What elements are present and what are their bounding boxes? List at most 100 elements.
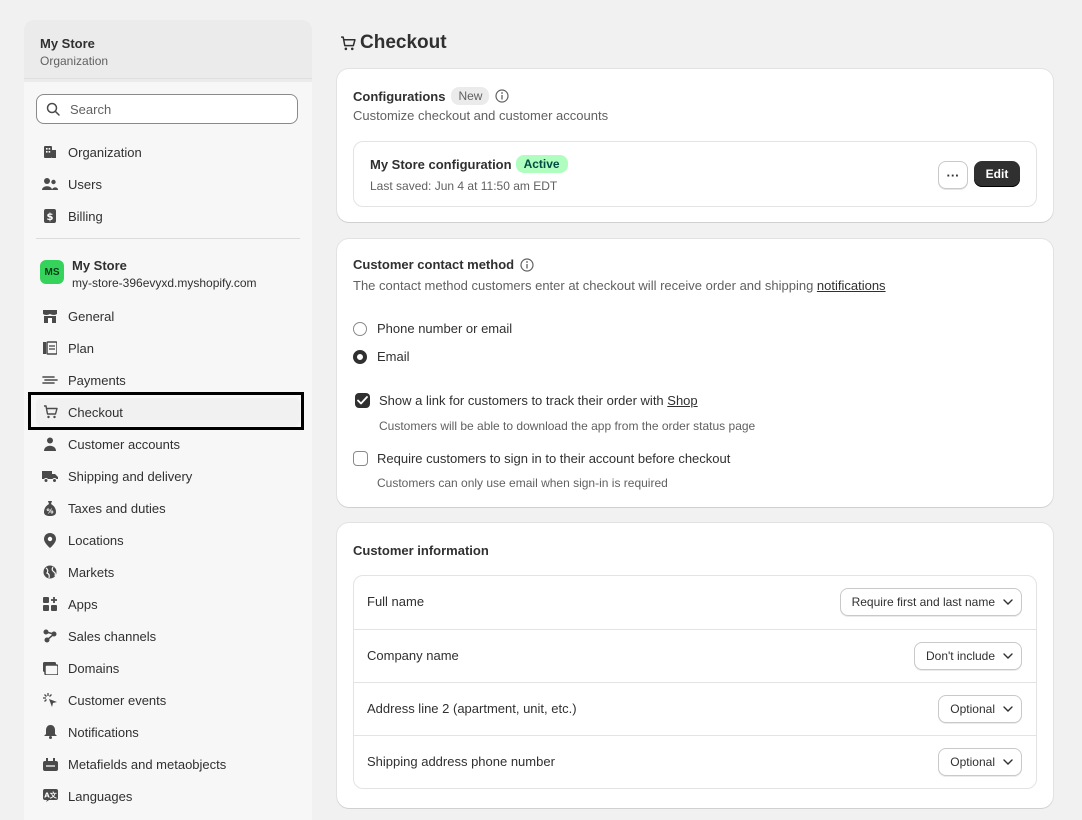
select-value: Optional [950, 755, 995, 769]
address-line-2-select[interactable]: Optional [938, 695, 1022, 723]
sidebar-item-label: Metafields and metaobjects [68, 756, 227, 772]
shop-link-checkbox-row[interactable]: Show a link for customers to track their… [355, 393, 698, 408]
sidebar-item-label: Apps [68, 596, 98, 612]
new-badge: New [451, 87, 490, 105]
sidebar-item-label: Domains [68, 660, 120, 676]
sidebar-item-label: Shipping and delivery [68, 468, 193, 484]
shipping-phone-select[interactable]: Optional [938, 748, 1022, 776]
radio-option-phone-or-email[interactable]: Phone number or email [353, 321, 512, 336]
sidebar-item-general[interactable]: General [36, 302, 300, 330]
radio-label: Email [377, 349, 410, 364]
sidebar-item-locations[interactable]: Locations [36, 526, 300, 554]
contact-title: Customer contact method [353, 257, 515, 272]
apps-icon [42, 596, 58, 612]
sidebar-item-domains[interactable]: Domains [36, 654, 300, 682]
config-name: My Store configuration [370, 156, 512, 172]
sidebar-item-billing[interactable]: $ Billing [36, 202, 300, 230]
radio-option-email[interactable]: Email [353, 349, 410, 364]
contact-method-card: Customer contact method The contact meth… [337, 239, 1053, 507]
sidebar-item-label: Customer accounts [68, 436, 180, 452]
globe-icon [42, 564, 58, 580]
store-url: my-store-396evyxd.myshopify.com [72, 276, 257, 290]
users-icon [42, 176, 58, 192]
sidebar-item-plan[interactable]: Plan [36, 334, 300, 362]
sidebar-item-label: Billing [68, 208, 103, 224]
sidebar-item-shipping[interactable]: Shipping and delivery [36, 462, 300, 490]
organization-subtitle: Organization [40, 54, 109, 68]
field-label: Address line 2 (apartment, unit, etc.) [367, 701, 577, 716]
bell-icon [42, 724, 58, 740]
more-actions-button[interactable]: ··· [938, 161, 968, 189]
radio-button-selected[interactable] [353, 349, 367, 364]
sidebar-item-label: Languages [68, 788, 133, 804]
contact-header: Customer contact method [353, 257, 534, 272]
signin-checkbox-row[interactable]: Require customers to sign in to their ac… [353, 451, 730, 466]
sidebar-item-label: Users [68, 176, 102, 192]
domains-icon [42, 660, 58, 676]
sidebar-item-taxes[interactable]: % Taxes and duties [36, 494, 300, 522]
edit-button[interactable]: Edit [974, 161, 1020, 187]
sidebar-item-label: Customer events [68, 692, 167, 708]
shop-link[interactable]: Shop [667, 393, 697, 408]
contact-description-text: The contact method customers enter at ch… [353, 278, 817, 293]
customer-info-title: Customer information [353, 543, 489, 558]
full-name-select[interactable]: Require first and last name [839, 588, 1022, 616]
config-name-row: My Store configuration Active [370, 155, 568, 173]
sidebar-item-languages[interactable]: A文 Languages [36, 782, 300, 810]
configurations-title: Configurations [353, 88, 446, 104]
svg-text:A文: A文 [44, 791, 57, 800]
page-title: Checkout [340, 32, 447, 54]
store-switcher[interactable]: MS My Store my-store-396evyxd.myshopify.… [40, 258, 257, 290]
sidebar-item-sales-channels[interactable]: Sales channels [36, 622, 300, 650]
signin-help: Customers can only use email when sign-i… [377, 476, 668, 490]
payments-icon [42, 372, 58, 388]
sidebar-item-label: Sales channels [68, 628, 157, 644]
company-name-select[interactable]: Don't include [914, 642, 1022, 670]
notifications-link[interactable]: notifications [817, 278, 886, 293]
sidebar-item-markets[interactable]: Markets [36, 558, 300, 586]
sidebar-item-users[interactable]: Users [36, 170, 300, 198]
checkbox-checked[interactable] [355, 393, 370, 408]
customer-info-list: Full name Require first and last name Co… [353, 575, 1037, 789]
sidebar-item-label: Taxes and duties [68, 500, 166, 516]
search-input[interactable] [68, 100, 292, 118]
select-value: Optional [950, 702, 995, 716]
organization-header[interactable]: My Store Organization [24, 20, 312, 79]
building-icon [42, 144, 58, 160]
customer-information-card: Customer information Full name Require f… [337, 523, 1053, 808]
sidebar-item-payments[interactable]: Payments [36, 366, 300, 394]
language-icon: A文 [42, 788, 58, 804]
sidebar-item-label: General [68, 308, 115, 324]
organization-name: My Store [40, 36, 95, 51]
sidebar-item-label: Payments [68, 372, 126, 388]
store-avatar: MS [40, 260, 64, 284]
page-title-text: Checkout [360, 32, 447, 53]
cart-icon [340, 35, 356, 51]
list-item: Address line 2 (apartment, unit, etc.) O… [354, 682, 1036, 736]
sidebar-divider [36, 238, 300, 239]
truck-icon [42, 468, 58, 484]
search-box[interactable] [36, 94, 298, 124]
sidebar-item-apps[interactable]: Apps [36, 590, 300, 618]
info-icon[interactable] [520, 257, 534, 272]
active-badge: Active [515, 155, 568, 173]
plan-icon [42, 340, 58, 356]
info-icon[interactable] [495, 89, 510, 103]
list-item: Shipping address phone number Optional [354, 735, 1036, 789]
contact-description: The contact method customers enter at ch… [353, 278, 886, 293]
sidebar-item-notifications[interactable]: Notifications [36, 718, 300, 746]
sidebar-item-customer-events[interactable]: Customer events [36, 686, 300, 714]
sidebar-body: Organization Users $ Billing MS My Store… [24, 82, 312, 820]
sidebar-item-organization[interactable]: Organization [36, 138, 300, 166]
radio-button[interactable] [353, 321, 367, 336]
sidebar-item-customer-accounts[interactable]: Customer accounts [36, 430, 300, 458]
shop-link-help: Customers will be able to download the a… [379, 419, 756, 433]
field-label: Full name [367, 594, 425, 609]
billing-icon: $ [42, 208, 58, 224]
field-label: Company name [367, 648, 459, 663]
checkbox-unchecked[interactable] [353, 451, 368, 466]
sidebar-item-label: Markets [68, 564, 115, 580]
sidebar-item-metafields[interactable]: Metafields and metaobjects [36, 750, 300, 778]
field-label: Shipping address phone number [367, 754, 555, 769]
chevron-down-icon [1003, 759, 1013, 765]
